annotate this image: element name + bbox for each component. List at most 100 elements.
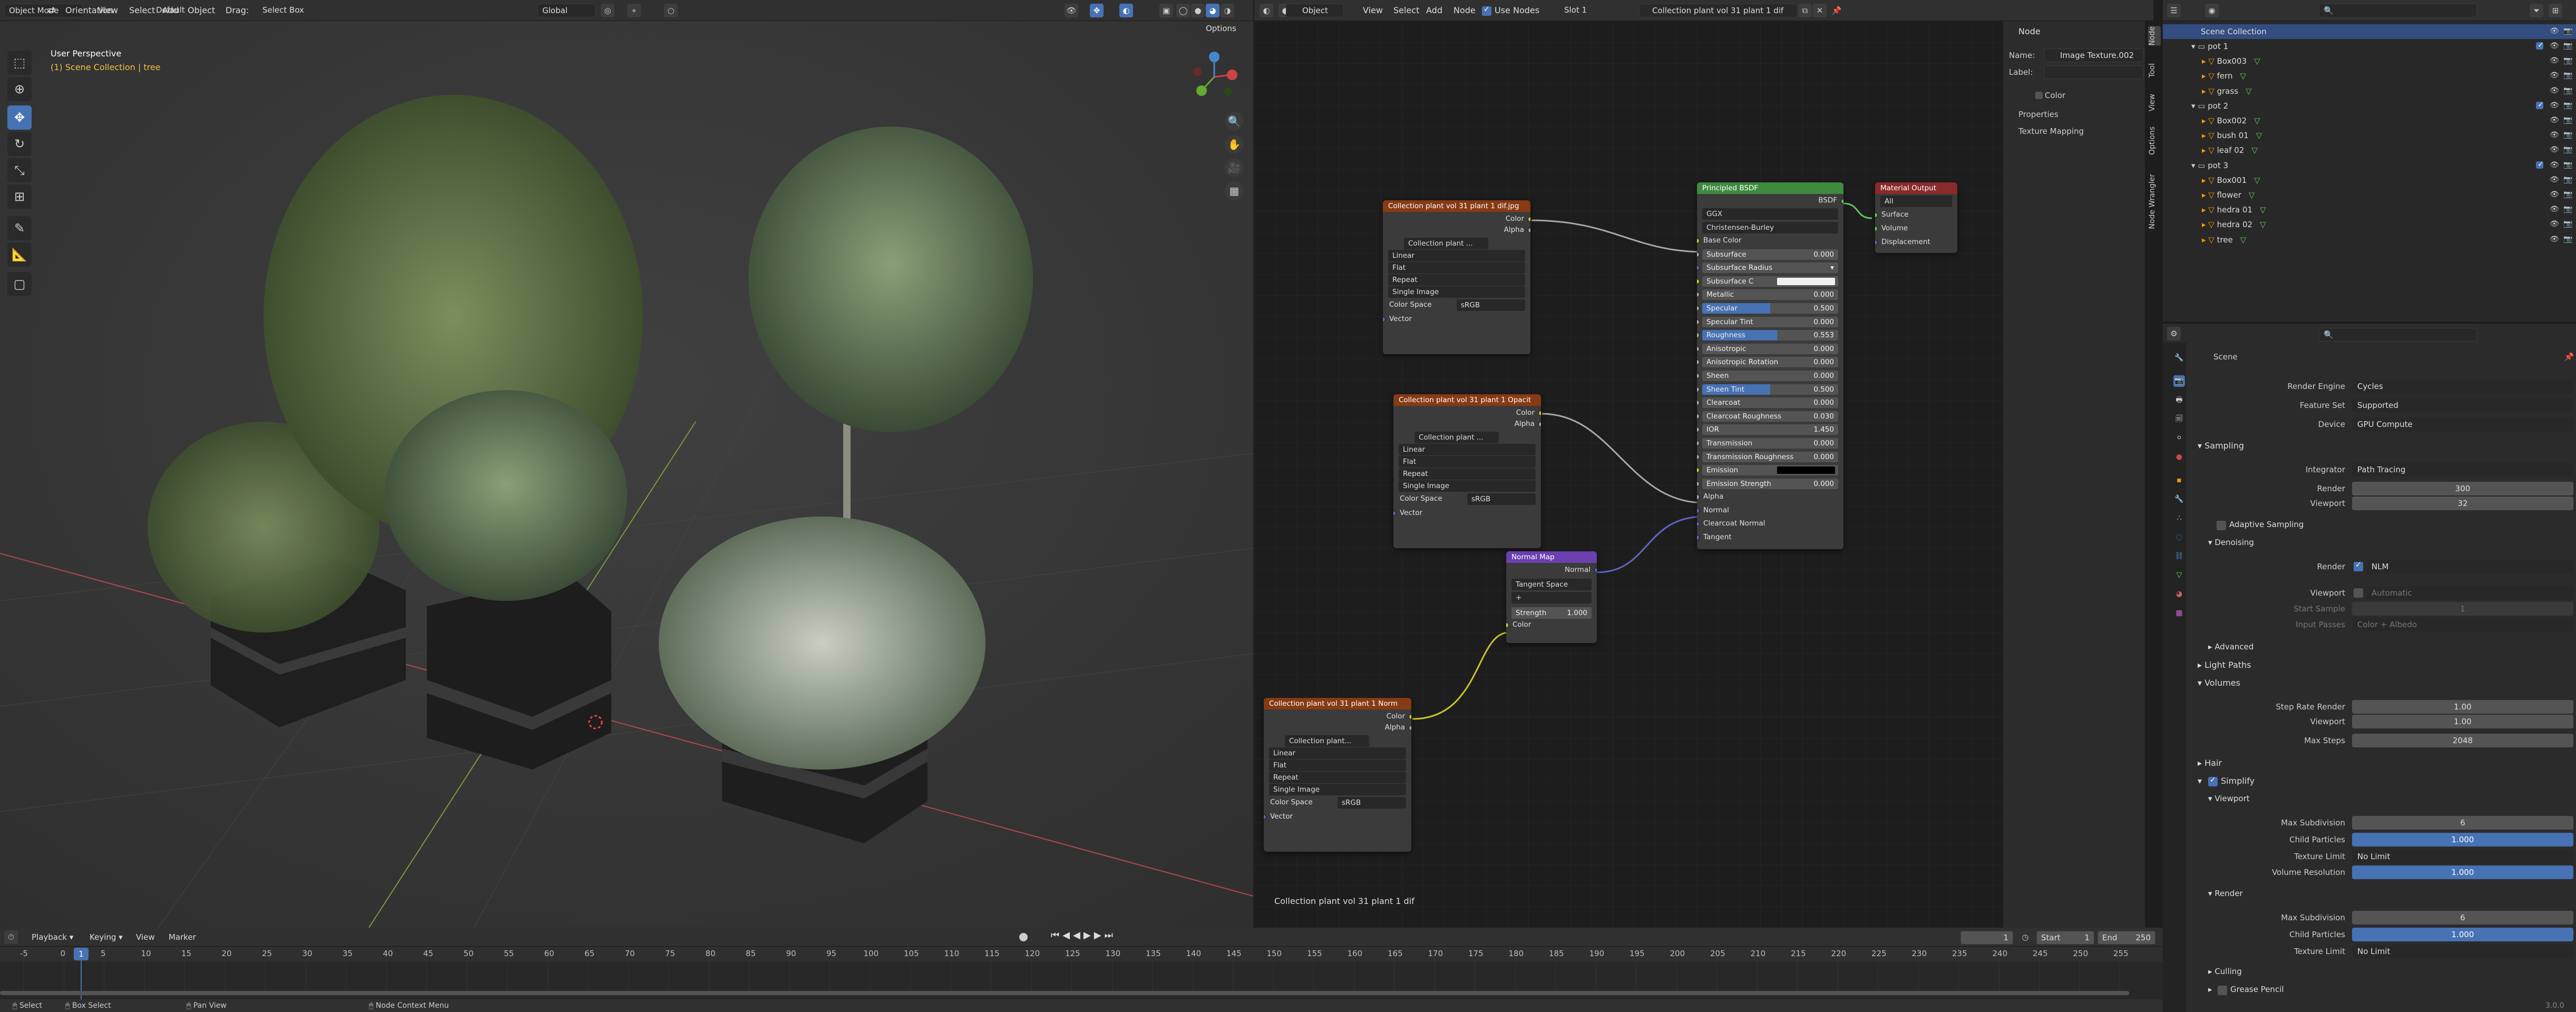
socket[interactable] (1506, 622, 1509, 628)
render-texture-limit-dropdown[interactable]: No Limit (2352, 945, 2573, 958)
source[interactable]: Single Image (1383, 285, 1530, 299)
cursor-tool-icon[interactable]: ⊕ (7, 77, 32, 101)
texture-mapping-section[interactable]: Texture Mapping (2018, 126, 2084, 136)
hair-panel-header[interactable]: ▸ Hair (2198, 758, 2222, 768)
step-rate-render-field[interactable]: 1.00 (2352, 700, 2573, 714)
socket[interactable] (1393, 511, 1396, 516)
uv-map-field[interactable]: + (1506, 590, 1597, 605)
source[interactable]: Single Image (1264, 782, 1411, 796)
eye-icon[interactable]: 👁 (2550, 116, 2559, 124)
start-frame-field[interactable]: Start 1 (2036, 931, 2094, 945)
render-toggle-icon[interactable]: 📷 (2563, 86, 2572, 95)
step-rate-viewport-field[interactable]: 1.00 (2352, 715, 2573, 728)
bsdf-input-row[interactable]: Clearcoat Normal (1697, 517, 1843, 531)
overlay-icon[interactable]: ◐ (1119, 4, 1133, 17)
timeline-menu-view[interactable]: View (136, 931, 155, 943)
bsdf-input-row[interactable]: Metallic 0.000 (1697, 288, 1843, 301)
node-menu-node[interactable]: Node (1453, 4, 1476, 17)
feature-set-dropdown[interactable]: Supported (2352, 398, 2573, 412)
sidebar-name-field[interactable]: Image Texture.002 (2044, 48, 2144, 62)
image-texture-node-3[interactable]: Collection plant vol 31 plant 1 Norm Col… (1264, 698, 1411, 852)
adaptive-sampling-label[interactable]: Adaptive Sampling (2229, 520, 2304, 529)
simplify-render-header[interactable]: ▾ Render (2208, 889, 2243, 898)
output-tab-icon[interactable]: 🖶 (2173, 394, 2185, 406)
pan-hand-icon[interactable]: ✋ (1225, 135, 1244, 154)
socket[interactable] (1697, 400, 1700, 406)
render-toggle-icon[interactable]: 📷 (2563, 56, 2572, 65)
texture-tab-icon[interactable]: ▦ (2173, 607, 2185, 619)
node-menu-select[interactable]: Select (1393, 4, 1419, 17)
eye-icon[interactable]: 👁 (2550, 71, 2559, 80)
bsdf-input-row[interactable]: Sheen 0.000 (1697, 369, 1843, 383)
socket[interactable] (1697, 305, 1700, 311)
eye-icon[interactable]: 👁 (2550, 161, 2559, 169)
socket[interactable] (1409, 714, 1411, 719)
outliner-row[interactable]: ▾ ▭ pot 2 (2191, 99, 2228, 113)
simplify-panel-header[interactable]: ▾ (2198, 776, 2202, 786)
pin-properties-icon[interactable]: 📌 (2562, 350, 2576, 364)
socket[interactable] (1528, 217, 1530, 222)
bsdf-input-row[interactable]: Subsurface Radius ▾ (1697, 261, 1843, 275)
render-toggle-icon[interactable]: 📷 (2563, 190, 2572, 199)
start-sample-field[interactable]: 1 (2352, 602, 2573, 616)
visibility-icon[interactable]: 👁 (1065, 4, 1078, 17)
object-dropdown[interactable]: Object (1286, 4, 1344, 17)
bsdf-input-row[interactable]: Specular 0.500 (1697, 301, 1843, 315)
grease-pencil-checkbox[interactable] (2218, 986, 2227, 995)
eye-icon[interactable]: 👁 (2550, 145, 2559, 154)
node-header[interactable]: Collection plant vol 31 plant 1 dif.jpg (1383, 200, 1530, 212)
color-space[interactable]: Color Space sRGB (1383, 298, 1530, 312)
node-header[interactable]: Collection plant vol 31 plant 1 Opacit (1393, 394, 1541, 406)
unlink-icon[interactable]: ✕ (1813, 4, 1827, 17)
render-engine-dropdown[interactable]: Cycles (2352, 380, 2573, 393)
bsdf-input-row[interactable]: Sheen Tint 0.500 (1697, 383, 1843, 396)
bsdf-input-row[interactable]: Transmission Roughness 0.000 (1697, 450, 1843, 464)
world-tab-icon[interactable]: ● (2173, 451, 2185, 463)
exclude-checkbox[interactable] (2536, 160, 2544, 169)
outliner-row[interactable]: ▸ ▽ leaf 02 ▽ (2202, 143, 2258, 158)
denoising-panel-header[interactable]: ▾ Denoising (2208, 538, 2254, 547)
color-swatch[interactable] (1777, 277, 1835, 285)
bsdf-input-row[interactable]: IOR 1.450 (1697, 423, 1843, 436)
normal-map-node[interactable]: Normal Map Normal Tangent Space + Streng… (1506, 551, 1597, 643)
bsdf-input-row[interactable]: Anisotropic Rotation 0.000 (1697, 355, 1843, 369)
eye-icon[interactable]: 👁 (2550, 56, 2559, 65)
playback-controls[interactable]: ⏮◀◀▶▶⏭ (1051, 930, 1116, 941)
space-dropdown[interactable]: Tangent Space (1506, 577, 1597, 591)
transform-tool-icon[interactable]: ⊞ (7, 184, 32, 209)
bsdf-input-row[interactable]: Base Color (1697, 234, 1843, 248)
eye-icon[interactable]: 👁 (2550, 176, 2559, 184)
sidebar-tab-tool[interactable]: Tool (2148, 63, 2161, 77)
max-subdivision-field[interactable]: 6 (2352, 816, 2573, 830)
socket[interactable] (1697, 521, 1700, 527)
outliner-row[interactable]: ▾ ▭ pot 3 (2191, 158, 2228, 173)
tool-tab-icon[interactable]: 🔧 (2173, 352, 2185, 364)
color-space[interactable]: Color Space sRGB (1393, 492, 1541, 506)
shading-solid-icon[interactable]: ● (1191, 4, 1205, 17)
ortho-grid-icon[interactable]: ▦ (1225, 181, 1244, 200)
camera-icon[interactable]: 🎥 (1225, 158, 1244, 177)
drag-dropdown[interactable]: Select Box (258, 4, 327, 17)
socket[interactable] (1697, 292, 1700, 298)
timeline-scrollbar[interactable] (0, 991, 2129, 995)
bsdf-input-row[interactable]: Clearcoat 0.000 (1697, 396, 1843, 410)
sampling-panel-header[interactable]: ▾ Sampling (2198, 441, 2244, 451)
socket[interactable] (1697, 468, 1700, 473)
add-cube-tool-icon[interactable]: ▢ (7, 272, 32, 296)
socket[interactable] (1697, 319, 1700, 325)
render-toggle-icon[interactable]: 📷 (2563, 71, 2572, 80)
render-toggle-icon[interactable]: 📷 (2563, 101, 2572, 110)
eye-icon[interactable]: 👁 (2550, 235, 2559, 244)
bsdf-input-row[interactable]: Transmission 0.000 (1697, 436, 1843, 450)
socket[interactable] (1697, 278, 1700, 284)
node-header[interactable]: Normal Map (1506, 551, 1597, 563)
socket[interactable] (1697, 508, 1700, 513)
socket[interactable] (1697, 373, 1700, 378)
denoise-render-dropdown[interactable]: NLM (2366, 560, 2573, 573)
subsurface-method-dropdown[interactable]: Christensen-Burley (1697, 220, 1843, 234)
image-texture-node-2[interactable]: Collection plant vol 31 plant 1 Opacit C… (1393, 394, 1541, 548)
simplify-checkbox[interactable] (2208, 776, 2218, 786)
scale-tool-icon[interactable]: ⤡ (7, 158, 32, 182)
input-passes-dropdown[interactable]: Color + Albedo (2352, 618, 2573, 631)
outliner-row[interactable]: ▸ ▽ fern ▽ (2202, 69, 2246, 83)
